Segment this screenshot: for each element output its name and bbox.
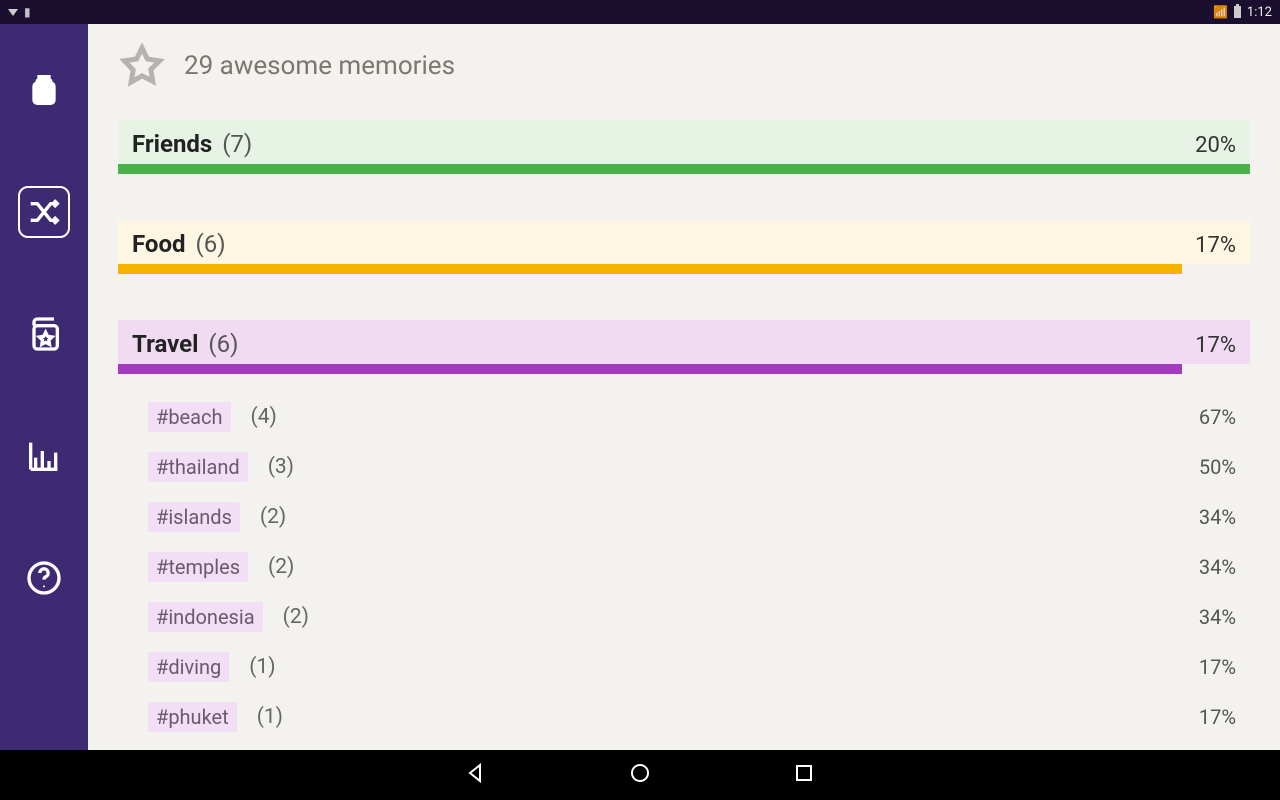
tag-count: (2) (260, 505, 286, 529)
recent-icon (792, 761, 816, 785)
android-nav-bar (0, 750, 1280, 800)
category-name: Travel (132, 330, 198, 358)
tag-row[interactable]: #beach (4) 67% (118, 392, 1250, 442)
category-travel[interactable]: Travel (6) 17% #beach (4) 67% #thailand (3) 50%… (118, 320, 1250, 742)
home-button[interactable] (628, 761, 652, 789)
category-bar-fill (118, 264, 1182, 274)
tag-chip[interactable]: #phuket (148, 702, 237, 732)
category-count: (6) (190, 230, 226, 258)
tag-row[interactable]: #temples (2) 34% (118, 542, 1250, 592)
tag-row[interactable]: #indonesia (2) 34% (118, 592, 1250, 642)
category-bar-track (118, 164, 1250, 174)
recent-button[interactable] (792, 761, 816, 789)
tag-chip[interactable]: #diving (148, 652, 229, 682)
tag-row[interactable]: #islands (2) 34% (118, 492, 1250, 542)
status-right: 1:12 (1213, 5, 1272, 20)
shuffle-icon (24, 192, 64, 232)
tag-chip[interactable]: #thailand (148, 452, 248, 482)
tag-chip[interactable]: #islands (148, 502, 240, 532)
tag-count: (1) (257, 705, 283, 729)
home-icon (628, 761, 652, 785)
category-food[interactable]: Food (6) 17% (118, 220, 1250, 274)
clock: 1:12 (1247, 5, 1272, 20)
notification-icon: ▮ (24, 5, 31, 19)
category-percent: 20% (1195, 133, 1236, 158)
tag-chip[interactable]: #indonesia (148, 602, 263, 632)
nav-help[interactable] (18, 552, 70, 604)
category-header: Friends (7) 20% (118, 120, 1250, 164)
tag-row[interactable]: #diving (1) 17% (118, 642, 1250, 692)
tag-percent: 17% (1199, 655, 1236, 679)
bar-chart-icon (24, 436, 64, 476)
battery-icon (1234, 6, 1241, 18)
category-name: Food (132, 230, 186, 258)
nav-stats[interactable] (18, 430, 70, 482)
wifi-icon (1213, 5, 1228, 20)
help-icon (24, 558, 64, 598)
nav-cards[interactable] (18, 308, 70, 360)
jar-icon (24, 70, 64, 110)
tag-count: (3) (268, 455, 294, 479)
category-count: (6) (202, 330, 238, 358)
category-bar-track (118, 264, 1250, 274)
category-bar-track (118, 364, 1250, 374)
tag-count: (1) (249, 655, 275, 679)
tag-count: (2) (283, 605, 309, 629)
tag-chip[interactable]: #beach (148, 402, 231, 432)
tag-row[interactable]: #thailand (3) 50% (118, 442, 1250, 492)
main-pane: 29 awesome memories Friends (7) 20% Food (… (88, 24, 1280, 750)
category-percent: 17% (1195, 233, 1236, 258)
page-header: 29 awesome memories (118, 42, 1250, 90)
back-button[interactable] (464, 761, 488, 789)
tag-percent: 34% (1199, 605, 1236, 629)
category-bar-fill (118, 164, 1250, 174)
page-title: 29 awesome memories (184, 51, 455, 81)
tag-row[interactable]: #phuket (1) 17% (118, 692, 1250, 742)
nav-jar[interactable] (18, 64, 70, 116)
cards-icon (24, 314, 64, 354)
star-icon (118, 42, 166, 90)
download-icon (8, 9, 18, 16)
nav-shuffle[interactable] (18, 186, 70, 238)
tag-chip[interactable]: #temples (148, 552, 248, 582)
tag-count: (4) (251, 405, 277, 429)
back-icon (464, 761, 488, 785)
category-bar-fill (118, 364, 1182, 374)
tag-percent: 50% (1199, 455, 1236, 479)
sidebar (0, 24, 88, 750)
tag-percent: 34% (1199, 505, 1236, 529)
travel-tags: #beach (4) 67% #thailand (3) 50% #islands (2) 34… (118, 374, 1250, 742)
tag-count: (2) (268, 555, 294, 579)
category-friends[interactable]: Friends (7) 20% (118, 120, 1250, 174)
category-name: Friends (132, 130, 212, 158)
status-left: ▮ (8, 5, 31, 19)
tag-percent: 34% (1199, 555, 1236, 579)
android-status-bar: ▮ 1:12 (0, 0, 1280, 24)
category-header: Food (6) 17% (118, 220, 1250, 264)
category-header: Travel (6) 17% (118, 320, 1250, 364)
category-count: (7) (216, 130, 252, 158)
tag-percent: 17% (1199, 705, 1236, 729)
tag-percent: 67% (1199, 405, 1236, 429)
category-percent: 17% (1195, 333, 1236, 358)
